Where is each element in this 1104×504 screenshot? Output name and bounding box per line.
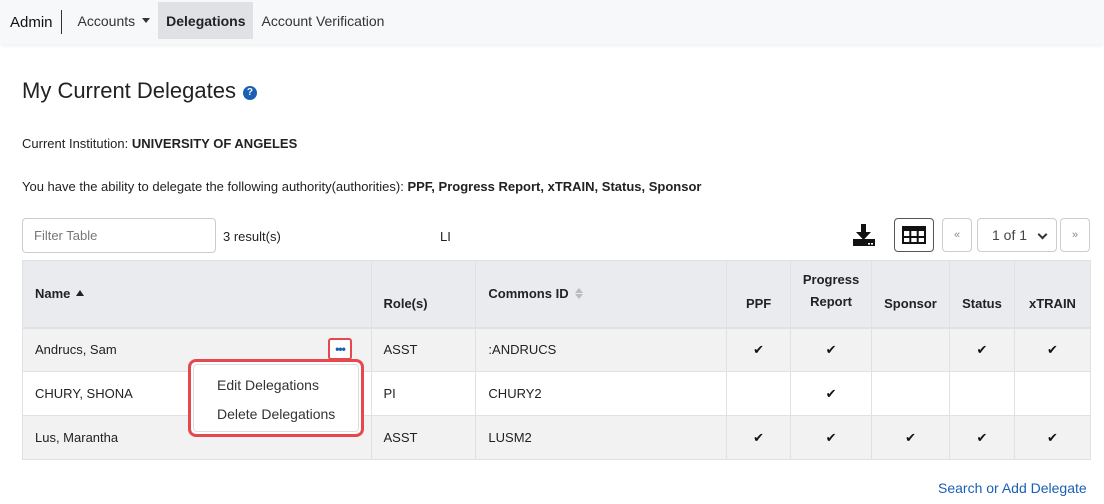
col-header-roles: Role(s) (370, 260, 477, 328)
pagination-next-button[interactable]: » (1060, 218, 1090, 252)
table-row: Lus, Marantha ASST LUSM2 ✔ ✔ ✔ ✔ ✔ (22, 415, 1092, 460)
col-header-commons-id[interactable]: Commons ID (475, 260, 728, 328)
table-grid-icon (902, 226, 926, 244)
row-actions-button[interactable]: ••• (328, 338, 352, 360)
authority-label: You have the ability to delegate the fol… (22, 179, 404, 194)
col-header-ppf: PPF (726, 260, 792, 328)
sort-icon (574, 288, 583, 300)
cell-status-check-icon: ✔ (949, 415, 1015, 460)
cell-sponsor-check-icon: ✔ (871, 415, 950, 460)
table-row: Andrucs, Sam ASST :ANDRUCS ✔ ✔ ✔ ✔ (22, 327, 1092, 372)
row-actions-menu: Edit Delegations Delete Delegations (188, 359, 364, 437)
brand[interactable]: Admin (10, 10, 62, 34)
cell-role: PI (370, 371, 477, 416)
cell-sponsor-check-icon (871, 327, 950, 372)
cell-commons-id: CHURY2 (475, 371, 728, 416)
cell-ppf-check-icon (726, 371, 792, 416)
page-select[interactable]: 1 of 1 (977, 218, 1057, 252)
col-roles-label: Role(s) (383, 295, 428, 311)
col-header-name[interactable]: Name (22, 260, 372, 328)
col-ppf-label: PPF (745, 295, 772, 311)
cell-progress-check-icon: ✔ (790, 327, 873, 372)
cell-ppf-check-icon: ✔ (726, 415, 792, 460)
search-or-add-delegate-link[interactable]: Search or Add Delegate (938, 480, 1087, 496)
nav-account-verification[interactable]: Account Verification (253, 2, 392, 39)
cell-xtrain-check-icon (1013, 371, 1092, 416)
filter-table-input[interactable] (22, 218, 216, 253)
cell-commons-id: :ANDRUCS (475, 327, 728, 372)
nav-accounts[interactable]: Accounts (70, 2, 159, 39)
caret-down-icon (142, 18, 151, 23)
col-status-label: Status (962, 295, 1002, 311)
stray-text: LI (440, 229, 451, 244)
cell-xtrain-check-icon: ✔ (1013, 415, 1092, 460)
current-institution: Current Institution: UNIVERSITY OF ANGEL… (22, 136, 297, 151)
cell-role: ASST (370, 415, 477, 460)
authority-text: You have the ability to delegate the fol… (22, 179, 701, 194)
col-header-progress-report: Progress Report (790, 260, 873, 328)
col-xtrain-label: xTRAIN (1029, 295, 1076, 311)
menu-item-edit-delegations[interactable]: Edit Delegations (191, 374, 361, 403)
page-select-value: 1 of 1 (992, 227, 1028, 243)
cell-role: ASST (370, 327, 477, 372)
cell-progress-check-icon: ✔ (790, 371, 873, 416)
cell-status-check-icon (949, 371, 1015, 416)
nav-delegations[interactable]: Delegations (158, 2, 254, 39)
page-title: My Current Delegates ? (22, 78, 257, 104)
cell-commons-id: LUSM2 (475, 415, 728, 460)
col-header-status: Status (949, 260, 1015, 328)
sort-asc-icon (76, 290, 85, 297)
table-row: CHURY, SHONA PI CHURY2 ✔ (22, 371, 1092, 416)
institution-label: Current Institution: (22, 136, 129, 151)
cell-ppf-check-icon: ✔ (726, 327, 792, 372)
authority-value: PPF, Progress Report, xTRAIN, Status, Sp… (407, 179, 702, 194)
help-icon[interactable]: ? (242, 85, 257, 100)
page-title-text: My Current Delegates (22, 78, 236, 103)
cell-status-check-icon: ✔ (949, 327, 1015, 372)
col-name-label: Name (35, 286, 71, 302)
cell-sponsor-check-icon (871, 371, 950, 416)
col-header-sponsor: Sponsor (871, 260, 950, 328)
institution-value: UNIVERSITY OF ANGELES (131, 136, 298, 151)
col-sponsor-label: Sponsor (884, 295, 937, 311)
pagination-prev-button[interactable]: « (942, 218, 972, 252)
chevron-down-icon (1037, 229, 1048, 240)
download-icon[interactable] (851, 222, 877, 248)
col-progress-label: Progress Report (802, 271, 860, 309)
nav-accounts-label: Accounts (77, 12, 136, 29)
cell-xtrain-check-icon: ✔ (1013, 327, 1092, 372)
column-toggle-button[interactable] (894, 218, 934, 252)
results-count: 3 result(s) (223, 229, 281, 244)
menu-item-delete-delegations[interactable]: Delete Delegations (191, 403, 361, 432)
table-header-row: Name Role(s) Commons ID PPF Progress Repo… (22, 260, 1092, 328)
col-header-xtrain: xTRAIN (1013, 260, 1092, 328)
col-commons-label: Commons ID (488, 286, 569, 302)
cell-progress-check-icon: ✔ (790, 415, 873, 460)
delegates-table: Name Role(s) Commons ID PPF Progress Repo… (22, 260, 1092, 460)
top-navbar: Admin Accounts Delegations Account Verif… (0, 0, 1104, 44)
